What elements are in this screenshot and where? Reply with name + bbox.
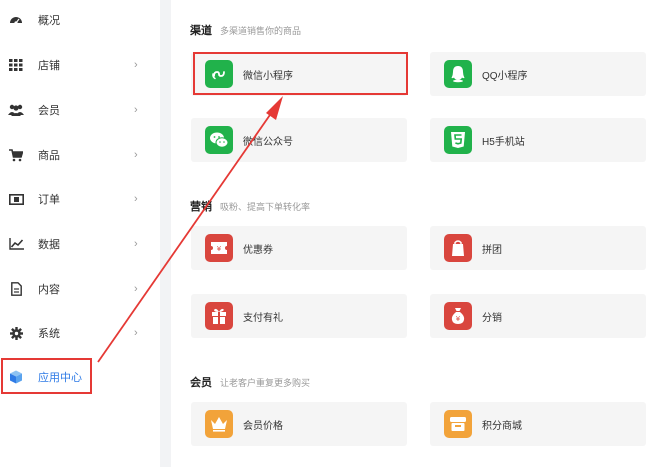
card-h5-mobile-site[interactable]: H5手机站 [430, 118, 646, 162]
crown-icon [205, 410, 233, 438]
cart-icon [8, 147, 24, 163]
qq-icon [444, 60, 472, 88]
sidebar-item-label: 概况 [38, 15, 60, 27]
svg-text:¥: ¥ [217, 245, 222, 253]
users-icon [8, 102, 24, 118]
wechat-icon [205, 126, 233, 154]
sidebar-item-member[interactable]: 会员 › [0, 95, 160, 125]
sidebar-item-store[interactable]: 店铺 › [0, 50, 160, 80]
card-label: 支付有礼 [243, 313, 283, 324]
order-icon [8, 191, 24, 207]
html5-icon [444, 126, 472, 154]
annotation-highlight-box [1, 358, 92, 394]
card-member-price[interactable]: 会员价格 [191, 402, 407, 446]
grid-icon [8, 57, 24, 73]
card-qq-mini-program[interactable]: QQ小程序 [430, 52, 646, 96]
sidebar-item-label: 会员 [38, 105, 60, 117]
chevron-right-icon: › [134, 327, 138, 339]
sidebar-item-order[interactable]: 订单 › [0, 184, 160, 214]
sidebar-item-goods[interactable]: 商品 › [0, 140, 160, 170]
chevron-right-icon: › [134, 238, 138, 250]
card-coupon[interactable]: ¥ 优惠券 [191, 226, 407, 270]
card-label: 分销 [482, 313, 502, 324]
card-label: H5手机站 [482, 137, 525, 148]
coupon-icon: ¥ [205, 234, 233, 262]
sidebar-item-data[interactable]: 数据 › [0, 229, 160, 259]
card-distribution[interactable]: ¥ 分销 [430, 294, 646, 338]
card-label: 拼团 [482, 245, 502, 256]
card-label: QQ小程序 [482, 71, 528, 82]
gear-icon [8, 325, 24, 341]
chevron-right-icon: › [134, 149, 138, 161]
section-subtitle-channel: 多渠道销售你的商品 [220, 26, 302, 36]
sidebar-item-content[interactable]: 内容 › [0, 274, 160, 304]
card-payment-gift[interactable]: 支付有礼 [191, 294, 407, 338]
money-bag-icon: ¥ [444, 302, 472, 330]
card-label: 微信公众号 [243, 137, 293, 148]
dashboard-icon [8, 12, 24, 28]
document-icon [8, 281, 24, 297]
sidebar-item-label: 订单 [38, 194, 60, 206]
sidebar-item-label: 商品 [38, 150, 60, 162]
sidebar-item-label: 数据 [38, 239, 60, 251]
section-subtitle-member: 让老客户重复更多购买 [220, 378, 311, 388]
chevron-right-icon: › [134, 283, 138, 295]
section-title-member: 会员 [190, 377, 212, 389]
card-wechat-official-account[interactable]: 微信公众号 [191, 118, 407, 162]
app-root: 概况 店铺 › 会员 › 商品 › 订单 › 数据 › 内容 › 系统 › 应用… [0, 0, 671, 467]
sidebar-item-label: 系统 [38, 328, 60, 340]
sidebar-item-overview[interactable]: 概况 [0, 5, 160, 35]
gift-icon [205, 302, 233, 330]
card-label: 优惠券 [243, 245, 273, 256]
card-points-mall[interactable]: 积分商城 [430, 402, 646, 446]
card-group-buy[interactable]: 拼团 [430, 226, 646, 270]
svg-text:¥: ¥ [456, 315, 461, 323]
section-title-marketing: 营销 [190, 201, 212, 213]
section-subtitle-marketing: 吸粉、提高下单转化率 [220, 202, 311, 212]
group-buy-icon [444, 234, 472, 262]
annotation-highlight-box [193, 52, 408, 95]
sidebar-item-system[interactable]: 系统 › [0, 318, 160, 348]
chevron-right-icon: › [134, 104, 138, 116]
sidebar-item-label: 店铺 [38, 60, 60, 72]
sidebar: 概况 店铺 › 会员 › 商品 › 订单 › 数据 › 内容 › 系统 › 应用… [0, 0, 160, 467]
card-label: 积分商城 [482, 421, 522, 432]
card-label: 会员价格 [243, 421, 283, 432]
sidebar-item-label: 内容 [38, 284, 60, 296]
points-shop-icon [444, 410, 472, 438]
chevron-right-icon: › [134, 59, 138, 71]
section-title-channel: 渠道 [190, 25, 212, 37]
chart-icon [8, 236, 24, 252]
chevron-right-icon: › [134, 193, 138, 205]
